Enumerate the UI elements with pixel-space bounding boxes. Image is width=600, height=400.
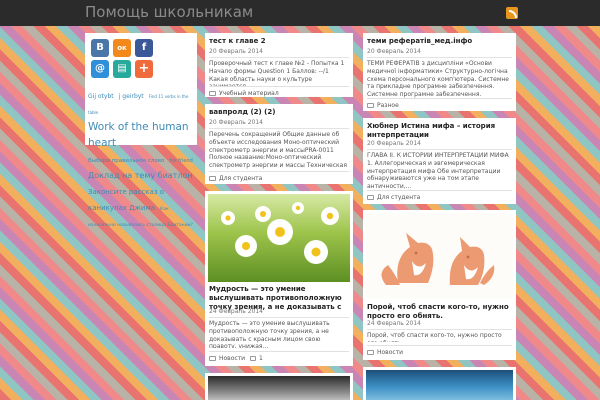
print-icon[interactable]: ▤: [113, 60, 131, 78]
post-title[interactable]: вавпролд (2) (2): [209, 108, 349, 117]
folder-icon: [367, 350, 374, 355]
odnoklassniki-icon[interactable]: ок: [113, 39, 131, 57]
category-link[interactable]: Для студента: [219, 175, 262, 182]
rss-icon[interactable]: [506, 7, 518, 19]
post-date: 20 Февраль 2014: [209, 119, 263, 126]
folder-icon: [209, 91, 216, 96]
category-link[interactable]: Новости: [219, 355, 245, 362]
post-card: [205, 373, 353, 400]
post-meta: Для студента: [367, 190, 512, 201]
post-title[interactable]: Порой, чтоб спасти кого-то, нужно просто…: [367, 303, 512, 321]
tag-link[interactable]: j geirbyt: [119, 93, 144, 100]
tag-link[interactable]: Выбери правильное слово: [88, 158, 164, 164]
post-meta: Учебный материал: [209, 86, 349, 97]
post-image[interactable]: [366, 213, 513, 298]
comment-icon: [250, 356, 257, 361]
divider: [367, 149, 512, 150]
folder-icon: [367, 103, 374, 108]
daisy-flowers-image: [221, 202, 339, 264]
folder-icon: [367, 195, 374, 200]
post-date: 24 Февраль 2014: [367, 320, 421, 327]
post-card: тест к главе 2 20 Февраль 2014 Проверочн…: [205, 33, 353, 97]
folder-icon: [209, 356, 216, 361]
divider: [209, 317, 349, 318]
post-date: 24 Февраль 2014: [209, 308, 263, 315]
tag-link[interactable]: his friend: [169, 158, 192, 164]
category-link[interactable]: Разное: [377, 102, 399, 109]
post-date: 20 Февраль 2014: [367, 48, 421, 55]
post-title[interactable]: тест к главе 2: [209, 37, 349, 46]
divider: [367, 57, 512, 58]
sidebar-widget: В ок f @ ▤ + Gij otybt j geirbyt Find 11…: [85, 33, 197, 228]
post-image[interactable]: [366, 370, 513, 400]
email-icon[interactable]: @: [91, 60, 109, 78]
post-excerpt: Мудрость — это умение выслушивать против…: [209, 320, 330, 348]
foxes-illustration: [381, 233, 495, 285]
post-excerpt: Порой, чтоб спасти кого-то, нужно просто…: [367, 332, 502, 342]
divider: [209, 128, 349, 129]
tag-link[interactable]: Доклад на тему биатлон: [88, 171, 193, 180]
site-title[interactable]: Помощь школьникам: [85, 3, 253, 21]
category-link[interactable]: Новости: [377, 349, 403, 356]
post-date: 20 Февраль 2014: [209, 48, 263, 55]
divider: [367, 329, 512, 330]
vk-icon[interactable]: В: [91, 39, 109, 57]
divider: [209, 57, 349, 58]
comment-count[interactable]: 1: [259, 355, 263, 362]
post-card: Порой, чтоб спасти кого-то, нужно просто…: [363, 210, 516, 360]
post-meta: Новости: [367, 345, 512, 356]
tag-cloud: Gij otybt j geirbyt Find 11 verbs in the…: [88, 85, 196, 229]
post-meta: Для студента: [209, 171, 349, 182]
tag-link[interactable]: Work of the human heart: [88, 121, 189, 149]
post-card: Хюбнер Истина мифа – история интерпретац…: [363, 118, 516, 204]
category-link[interactable]: Для студента: [377, 194, 420, 201]
top-bar: Помощь школьникам: [0, 0, 600, 26]
post-meta: Новости 1: [209, 351, 349, 362]
post-excerpt: Перечень сокращений Общие данные об объе…: [209, 131, 347, 170]
post-meta: Разное: [367, 98, 512, 109]
post-excerpt: Проверочный тест к главе №2 - Попытка 1 …: [209, 60, 345, 86]
folder-icon: [209, 176, 216, 181]
post-card: Мудрость — это умение выслушивать против…: [205, 191, 353, 366]
post-title[interactable]: Хюбнер Истина мифа – история интерпретац…: [367, 122, 512, 140]
post-card: [363, 367, 516, 400]
post-image[interactable]: [208, 376, 350, 400]
post-excerpt: ГЛАВА II. К ИСТОРИИ ИНТЕРПРЕТАЦИИ МИФА 1…: [367, 152, 509, 190]
post-excerpt: ТЕМИ РЕФЕРАТІВ з дисципліни «Основи меди…: [367, 60, 509, 98]
post-date: 20 Февраль 2014: [367, 140, 421, 147]
category-link[interactable]: Учебный материал: [219, 90, 279, 97]
post-card: теми рефератів_мед.інфо 20 Февраль 2014 …: [363, 33, 516, 111]
more-icon[interactable]: +: [135, 60, 153, 78]
post-image[interactable]: [208, 194, 350, 282]
facebook-icon[interactable]: f: [135, 39, 153, 57]
tag-link[interactable]: Законсите рассказ о каникулах Джима: [88, 188, 164, 212]
post-card: вавпролд (2) (2) 20 Февраль 2014 Перечен…: [205, 104, 353, 184]
tag-link[interactable]: Gij otybt: [88, 93, 114, 100]
post-title[interactable]: теми рефератів_мед.інфо: [367, 37, 512, 46]
